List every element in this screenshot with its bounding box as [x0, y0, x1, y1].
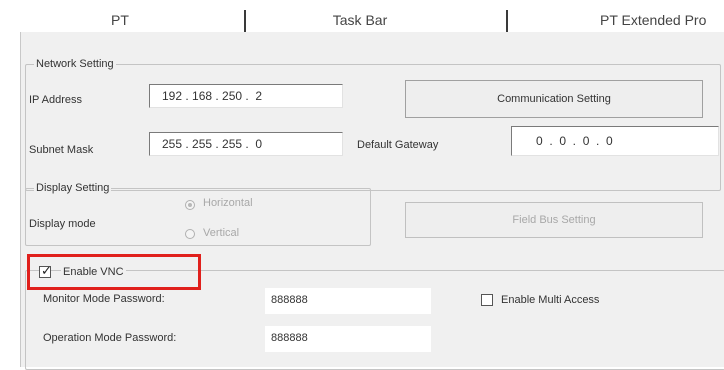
network-setting-legend: Network Setting [34, 57, 116, 71]
enable-vnc-label: Enable VNC [61, 266, 126, 278]
tab-pt[interactable]: PT [60, 0, 180, 32]
display-setting-group: Display Setting [25, 181, 371, 246]
default-gateway-field[interactable]: 0 . 0 . 0 . 0 [511, 126, 719, 156]
subnet-mask-field[interactable]: 255 . 255 . 255 . 0 [149, 132, 343, 156]
ip-address-label: IP Address [29, 94, 82, 106]
enable-vnc-checkbox[interactable]: ✓ [39, 263, 52, 278]
operation-mode-password-label: Operation Mode Password: [43, 332, 177, 344]
operation-mode-password-field[interactable]: 888888 [265, 326, 431, 352]
tab-bar: PT Task Bar PT Extended Pro [0, 0, 724, 34]
display-setting-legend: Display Setting [34, 181, 112, 195]
tab-pt-extended[interactable]: PT Extended Pro [560, 0, 724, 32]
tab-task-bar[interactable]: Task Bar [300, 0, 420, 32]
monitor-mode-password-field[interactable]: 888888 [265, 288, 431, 314]
tab-separator [506, 10, 508, 34]
subnet-mask-label: Subnet Mask [29, 144, 94, 156]
vertical-radio-label: Vertical [203, 227, 240, 239]
tab-separator [244, 10, 246, 34]
horizontal-radio-label: Horizontal [203, 197, 253, 209]
ip-address-field[interactable]: 192 . 168 . 250 . 2 [149, 84, 343, 108]
enable-multi-access-checkbox[interactable] [481, 294, 493, 306]
checkmark-icon: ✓ [41, 263, 52, 278]
default-gateway-label: Default Gateway [357, 139, 439, 151]
field-bus-setting-button[interactable]: Field Bus Setting [405, 202, 703, 238]
vertical-radio[interactable] [185, 229, 195, 239]
display-mode-label: Display mode [29, 218, 96, 230]
enable-multi-access-label: Enable Multi Access [501, 294, 600, 306]
communication-setting-button[interactable]: Communication Setting [405, 80, 703, 118]
settings-panel: Network Setting IP Address 192 . 168 . 2… [20, 32, 724, 370]
monitor-mode-password-label: Monitor Mode Password: [43, 293, 165, 305]
horizontal-radio[interactable] [185, 200, 195, 210]
